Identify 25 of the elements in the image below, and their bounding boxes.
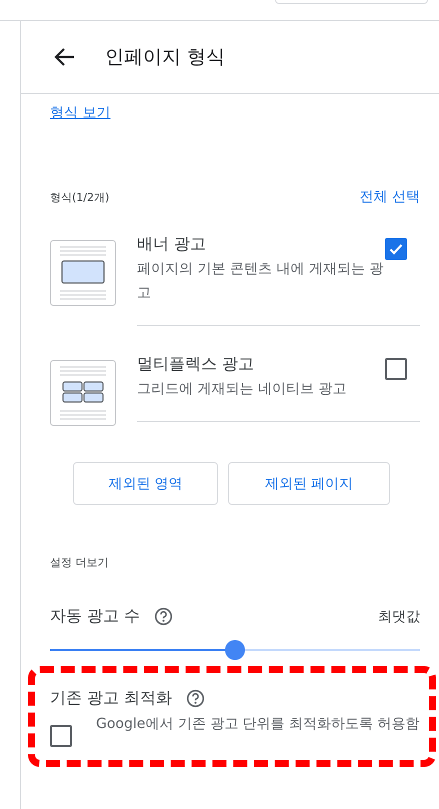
page-title: 인페이지 형식: [105, 45, 226, 70]
optimize-option-text: Google에서 기존 광고 단위를 최적화하도록 허용함: [96, 715, 420, 734]
format-title: 배너 광고: [137, 234, 208, 255]
excluded-pages-button[interactable]: 제외된 페이지: [228, 462, 390, 505]
format-checkbox[interactable]: [385, 358, 407, 380]
formats-label: 형식(1/2개): [50, 190, 110, 204]
slider-handle[interactable]: [225, 640, 245, 660]
help-icon[interactable]: [186, 689, 206, 708]
format-description: 그리드에 게재되는 네이티브 광고: [137, 380, 348, 399]
optimize-checkbox[interactable]: [50, 725, 72, 747]
optimize-label: 기존 광고 최적화: [50, 688, 172, 709]
format-description: 페이지의 기본 콘텐츠 내에 게재되는 광고: [137, 260, 384, 303]
select-all-link[interactable]: 전체 선택: [360, 188, 420, 206]
banner-ad-icon: [50, 240, 116, 306]
help-icon[interactable]: [154, 607, 174, 626]
ad-count-label: 자동 광고 수: [50, 606, 140, 627]
more-settings-label: 설정 더보기: [50, 555, 110, 570]
format-checkbox[interactable]: [385, 238, 407, 260]
excluded-areas-button[interactable]: 제외된 영역: [73, 462, 218, 505]
ad-count-slider[interactable]: [50, 640, 420, 660]
back-arrow-icon[interactable]: [54, 47, 76, 67]
format-title: 멀티플렉스 광고: [137, 354, 256, 375]
view-formats-link[interactable]: 형식 보기: [50, 104, 110, 122]
max-value-label: 최댓값: [378, 608, 420, 626]
grid-ad-icon: [50, 360, 116, 426]
